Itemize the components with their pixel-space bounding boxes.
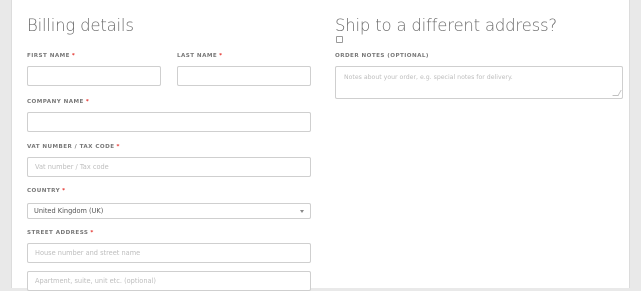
- required-asterisk: *: [116, 144, 120, 150]
- ship-to-different-address-checkbox[interactable]: [336, 36, 343, 43]
- street-address-line1-input[interactable]: House number and street name: [27, 243, 311, 263]
- required-asterisk: *: [85, 99, 90, 105]
- vat-number-label: VAT NUMBER / TAX CODE *: [27, 144, 120, 150]
- required-asterisk: *: [62, 188, 66, 194]
- vat-number-input[interactable]: Vat number / Tax code: [27, 157, 311, 177]
- company-name-label: COMPANY NAME *: [27, 99, 90, 105]
- order-notes-placeholder: Notes about your order, e.g. special not…: [344, 74, 513, 81]
- last-name-label: LAST NAME *: [177, 53, 223, 59]
- last-name-input[interactable]: [177, 66, 311, 86]
- required-asterisk: *: [90, 230, 94, 236]
- company-name-input[interactable]: [27, 112, 311, 132]
- street-address-line2-input[interactable]: Apartment, suite, unit etc. (optional): [27, 271, 311, 291]
- resize-handle-icon[interactable]: [612, 90, 622, 96]
- ship-to-different-address-heading: Ship to a different address?: [335, 16, 557, 35]
- required-asterisk: *: [71, 53, 76, 59]
- first-name-label: FIRST NAME *: [27, 53, 76, 59]
- order-notes-label: ORDER NOTES (OPTIONAL): [335, 53, 429, 59]
- street-address-label: STREET ADDRESS *: [27, 230, 94, 236]
- first-name-input[interactable]: [27, 66, 161, 86]
- billing-details-heading: Billing details: [27, 16, 134, 35]
- chevron-down-icon: [300, 209, 304, 213]
- order-notes-textarea[interactable]: Notes about your order, e.g. special not…: [335, 66, 623, 99]
- country-label: COUNTRY *: [27, 188, 66, 194]
- required-asterisk: *: [219, 53, 223, 59]
- country-selected-value: United Kingdom (UK): [34, 207, 104, 215]
- country-select[interactable]: United Kingdom (UK): [27, 203, 311, 219]
- checkout-form-panel: Billing details FIRST NAME * LAST NAME * C…: [11, 0, 630, 291]
